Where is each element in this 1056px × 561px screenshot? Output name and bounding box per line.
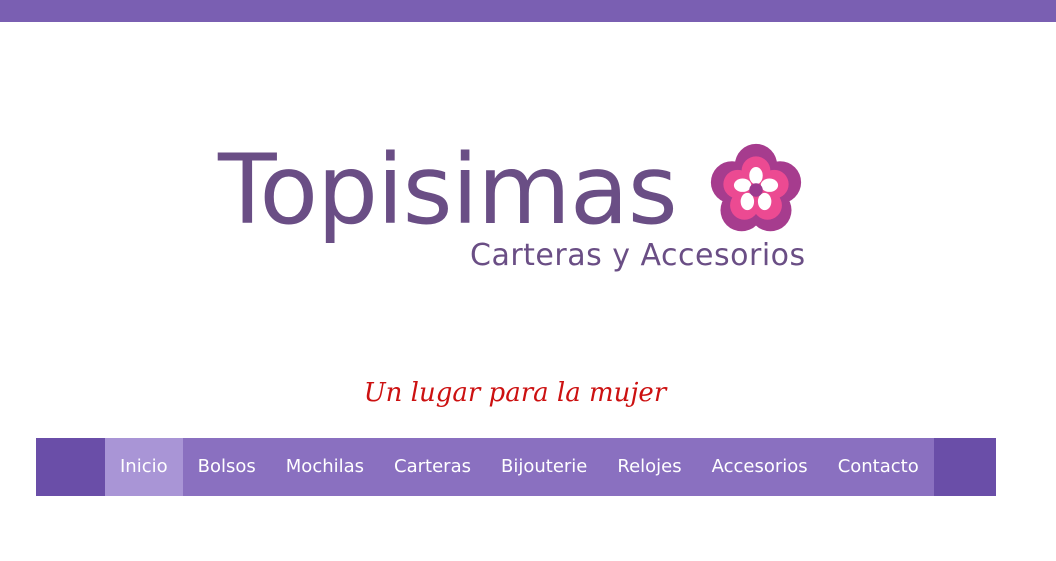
brand-title: Topisimas xyxy=(218,134,678,246)
nav-item-inicio[interactable]: Inicio xyxy=(105,438,183,496)
brand-subtitle: Carteras y Accesorios xyxy=(470,238,806,273)
main-nav: Inicio Bolsos Mochilas Carteras Bijouter… xyxy=(36,438,996,496)
nav-item-contacto[interactable]: Contacto xyxy=(823,438,934,496)
tagline: Un lugar para la mujer xyxy=(363,378,667,408)
nav-item-bolsos[interactable]: Bolsos xyxy=(183,438,271,496)
nav-item-relojes[interactable]: Relojes xyxy=(602,438,696,496)
nav-item-bijouterie[interactable]: Bijouterie xyxy=(486,438,602,496)
nav-item-carteras[interactable]: Carteras xyxy=(379,438,486,496)
nav-item-accesorios[interactable]: Accesorios xyxy=(697,438,823,496)
top-accent-bar xyxy=(0,0,1056,22)
nav-item-mochilas[interactable]: Mochilas xyxy=(271,438,379,496)
flower-icon xyxy=(710,143,802,232)
site-logo[interactable]: Topisimas Carteras y Accesorios xyxy=(218,130,818,280)
nav-menu: Inicio Bolsos Mochilas Carteras Bijouter… xyxy=(105,438,934,496)
